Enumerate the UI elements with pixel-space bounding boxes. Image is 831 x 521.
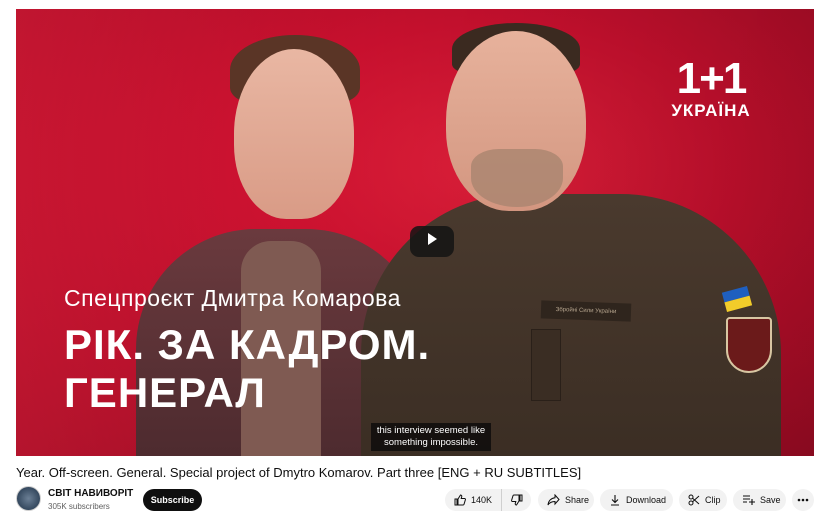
person-right-beard [471, 149, 563, 207]
more-actions-button[interactable] [792, 489, 814, 511]
download-button[interactable]: Download [600, 489, 673, 511]
subscriber-count: 305K subscribers [48, 502, 110, 511]
download-label: Download [626, 495, 667, 505]
save-button[interactable]: Save [733, 489, 786, 511]
play-button[interactable] [410, 226, 454, 257]
channel-name[interactable]: СВІТ НАВИВОРІТ [48, 488, 133, 499]
thumbs-down-icon [510, 494, 523, 506]
channel-avatar[interactable] [16, 486, 41, 511]
rank-insignia [531, 329, 561, 401]
like-button[interactable]: 140K [445, 489, 502, 511]
thumbnail-subtitle: Спецпроєкт Дмитра Комарова [64, 285, 401, 311]
add-to-playlist-icon [742, 494, 755, 506]
more-horizontal-icon [797, 498, 809, 502]
play-icon [425, 232, 439, 251]
logo-bottom-text: УКРАЇНА [671, 101, 751, 120]
uniform-patch-label: Збройні Сили України [540, 300, 632, 322]
person-left-face [234, 49, 354, 219]
share-button[interactable]: Share [538, 489, 594, 511]
like-count: 140K [471, 495, 493, 505]
sleeve-emblem [726, 317, 772, 373]
closed-caption: this interview seemed like something imp… [371, 423, 491, 451]
share-label: Share [565, 495, 590, 505]
thumbnail-title-line2: ГЕНЕРАЛ [64, 369, 266, 416]
clip-button[interactable]: Clip [679, 489, 727, 511]
caption-line2: something impossible. [384, 437, 478, 448]
thumbs-up-icon [454, 494, 466, 506]
share-icon [547, 494, 560, 506]
logo-top-text: 1+1 [676, 54, 748, 103]
like-dislike-group: 140K [445, 489, 531, 511]
video-title: Year. Off-screen. General. Special proje… [16, 465, 582, 480]
channel-logo-1plus1: 1+1 УКРАЇНА [656, 57, 766, 127]
clip-label: Clip [705, 495, 721, 505]
thumbnail-title-line1: РІК. ЗА КАДРОМ. [64, 321, 431, 368]
subscribe-button[interactable]: Subscribe [143, 489, 202, 511]
save-label: Save [760, 495, 781, 505]
dislike-button[interactable] [502, 489, 531, 511]
scissors-icon [688, 494, 700, 506]
download-icon [609, 494, 621, 506]
video-player[interactable]: Збройні Сили України 1+1 УКРАЇНА Спецпро… [16, 9, 814, 456]
caption-line1: this interview seemed like [376, 425, 486, 436]
